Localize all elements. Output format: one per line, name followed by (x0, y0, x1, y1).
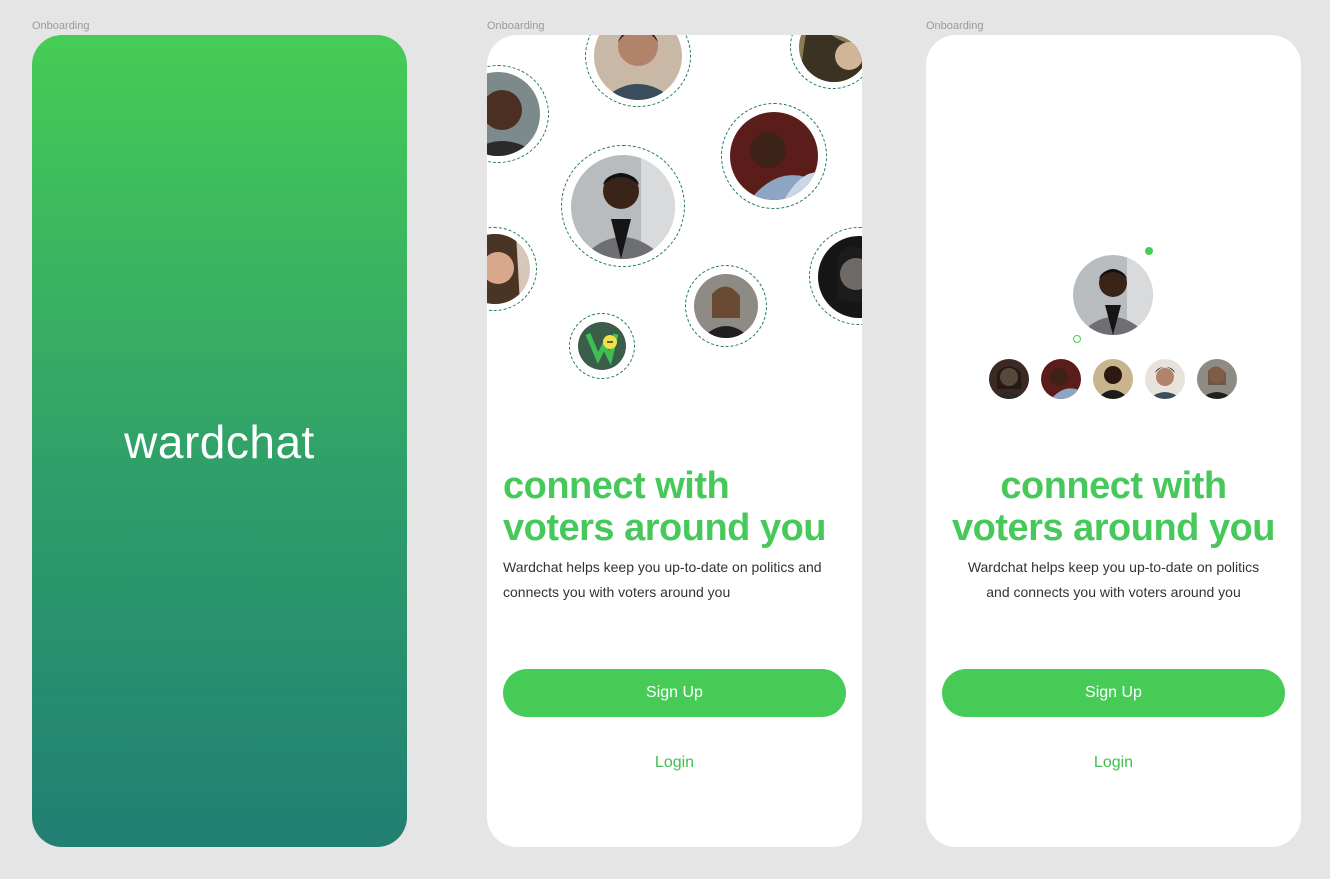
avatar-bubble (487, 65, 549, 163)
avatar-main (1073, 255, 1153, 335)
accent-ring (1073, 335, 1081, 343)
avatar-bubble (809, 227, 862, 325)
avatar (818, 236, 862, 318)
avatar (487, 72, 540, 156)
avatar (989, 359, 1029, 399)
avatar-bubble (585, 35, 691, 107)
avatar (1041, 359, 1081, 399)
avatar (799, 35, 862, 82)
frame-label-onboarding-2: Onboarding (926, 20, 984, 32)
app-logo-text: wardchat (124, 416, 315, 468)
onboarding-screen-avatars: connect with voters around you Wardchat … (926, 35, 1301, 847)
frame-label-splash: Onboarding (32, 20, 90, 32)
wardchat-logo-icon (578, 322, 626, 370)
avatar (594, 35, 682, 100)
onboarding-screen-bubbles: connect with voters around you Wardchat … (487, 35, 862, 847)
avatar (1093, 359, 1133, 399)
avatar-bubble (790, 35, 862, 89)
signup-button[interactable]: Sign Up (503, 669, 846, 717)
avatar-bubble (487, 227, 537, 311)
description-text: Wardchat helps keep you up-to-date on po… (503, 559, 822, 600)
accent-dot (1145, 247, 1153, 255)
login-link[interactable]: Login (503, 748, 846, 778)
avatar-bubble (685, 265, 767, 347)
signup-button[interactable]: Sign Up (942, 669, 1285, 717)
avatar (571, 155, 675, 259)
avatar-bubble (561, 145, 685, 267)
avatar (487, 234, 530, 304)
avatar (1145, 359, 1185, 399)
avatar (1197, 359, 1237, 399)
description-text: Wardchat helps keep you up-to-date on po… (967, 559, 1260, 600)
avatar (730, 112, 818, 200)
login-link[interactable]: Login (942, 748, 1285, 778)
splash-screen: wardchat (32, 35, 407, 847)
frame-label-onboarding-1: Onboarding (487, 20, 545, 32)
avatar-bubble (569, 313, 635, 379)
page-title: connect with voters around you (952, 465, 1276, 549)
avatar-bubble (721, 103, 827, 209)
page-title: connect with voters around you (503, 465, 827, 549)
avatar (694, 274, 758, 338)
